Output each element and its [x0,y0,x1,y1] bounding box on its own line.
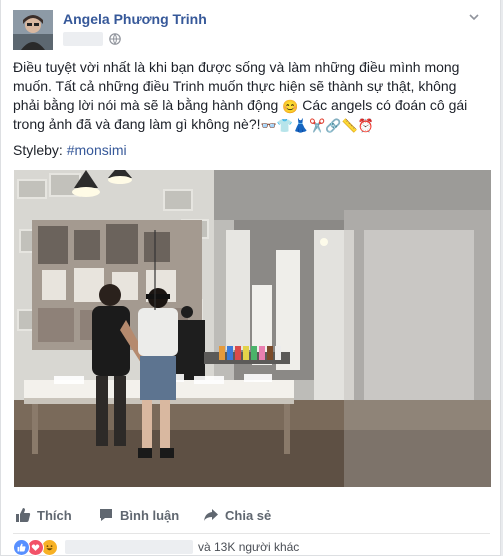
post-text: Điều tuyệt vời nhất là khi bạn được sống… [13,58,487,134]
post-text-segment: Các angels có đoán cô gái [298,97,468,113]
author-name[interactable]: Angela Phương Trinh [63,11,207,27]
avatar[interactable] [13,10,53,50]
post-text-line: phải bằng lời nói mà sẽ là bằng hành độn… [13,96,487,115]
share-label: Chia sẻ [225,507,272,523]
timestamp-redacted[interactable] [63,32,103,46]
post-text-segment: phải bằng lời nói mà sẽ là bằng hành độn… [13,97,279,113]
emoji-row: 👓👕👗✂️🔗📏⏰ [260,118,374,133]
post-meta [63,31,121,47]
reaction-count[interactable]: và 13K người khác [198,540,299,554]
post-text-line: muốn. Tất cả những điều Trinh muốn thực … [13,78,457,94]
reactor-names-redacted [65,540,193,554]
smile-emoji-icon: 😊 [282,99,299,114]
chevron-down-icon[interactable] [467,10,481,24]
divider [13,533,490,534]
hashtag-link[interactable]: #monsimi [67,142,127,158]
reactions-summary[interactable]: và 13K người khác [13,538,299,556]
globe-icon[interactable] [109,33,121,45]
share-arrow-icon [204,509,218,521]
post-text-line: Điều tuyệt vời nhất là khi bạn được sống… [13,59,460,75]
thumbs-up-icon [16,508,31,522]
facebook-post: Angela Phương Trinh Điều tuyệt vời nhất … [0,0,501,556]
like-label: Thích [37,507,72,523]
post-actions: Thích Bình luận Chia sẻ [1,500,502,530]
like-button[interactable]: Thích [15,505,72,525]
comment-label: Bình luận [120,507,180,523]
post-header: Angela Phương Trinh [13,10,483,50]
comment-button[interactable]: Bình luận [98,505,179,525]
post-photo[interactable] [14,170,491,487]
like-reaction-icon [13,538,30,556]
styleby-label: Styleby: [13,142,67,158]
styleby-line: Styleby: #monsimi [13,142,127,158]
post-text-segment: trong ảnh đã và đang làm gì không nè?! [13,116,261,132]
post-text-line: trong ảnh đã và đang làm gì không nè?!👓👕… [13,115,487,134]
share-button[interactable]: Chia sẻ [203,505,271,525]
comment-icon [100,509,112,521]
